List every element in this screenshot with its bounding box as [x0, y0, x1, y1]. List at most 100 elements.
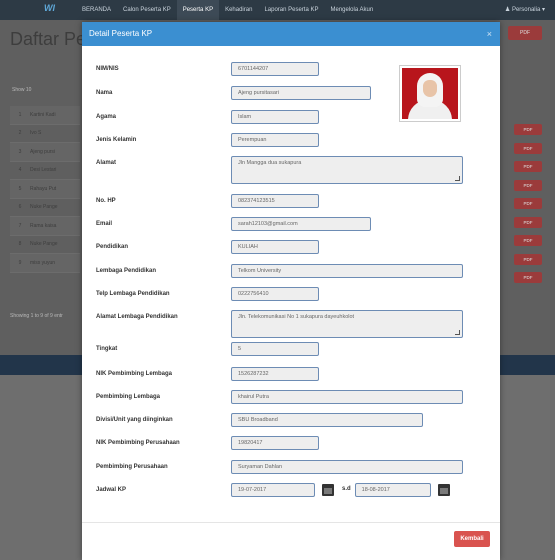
row-no: 1: [18, 111, 22, 118]
table-row[interactable]: 8 Nuke Pange: [10, 236, 80, 254]
lembaga-label: Lembaga Pendidikan: [96, 268, 157, 274]
row-pdf-button[interactable]: PDF: [514, 272, 542, 283]
show-label: Show: [12, 87, 25, 93]
table-row[interactable]: 4 Desi Lestari: [10, 162, 80, 180]
date-separator: s.d: [342, 486, 351, 492]
tingkat-field[interactable]: 5: [231, 342, 319, 356]
calendar-icon[interactable]: [322, 484, 334, 496]
row-name: Nuke Pange: [30, 241, 58, 248]
nik-lembaga-field[interactable]: 1526287232: [231, 367, 319, 381]
user-name: Personalia: [511, 7, 541, 13]
table-row[interactable]: 9 miss yuyun: [10, 254, 80, 273]
nik-lembaga-label: NIK Pembimbing Lembaga: [96, 371, 173, 377]
participants-table: 1 Kartini Kadi 2 Ivo S 3 Ajeng pursi 4 Desi …: [10, 106, 80, 273]
pembimbing-lembaga-field[interactable]: khairul Putra: [231, 390, 463, 404]
email-row: Email sarah12103@gmail.com: [96, 217, 371, 231]
row-pdf-button[interactable]: PDF: [514, 161, 542, 172]
email-field[interactable]: sarah12103@gmail.com: [231, 217, 371, 231]
table-row[interactable]: 6 Nuke Pange: [10, 199, 80, 217]
divisi-field[interactable]: SBU Broadband: [231, 413, 423, 427]
jk-row: Jenis Kelamin Perempuan: [96, 133, 319, 147]
nav-item-calon-peserta[interactable]: Calon Peserta KP: [117, 0, 177, 20]
nim-row: NIM/NIS 6701144207: [96, 62, 319, 76]
row-name: Desi Lestari: [30, 167, 57, 174]
alamat-label: Alamat: [96, 160, 117, 166]
alamat-lembaga-row: Alamat Lembaga Pendidikan Jln. Telekomun…: [96, 310, 463, 338]
row-pdf-button[interactable]: PDF: [514, 235, 542, 246]
top-navbar: WI BERANDA Calon Peserta KP Peserta KP K…: [0, 0, 555, 20]
divisi-label: Divisi/Unit yang diinginkan: [96, 417, 173, 423]
pendidikan-row: Pendidikan KULIAH: [96, 240, 319, 254]
jadwal-row: Jadwal KP 19-07-2017 s.d 18-08-2017: [96, 483, 450, 497]
row-pdf-button[interactable]: PDF: [514, 179, 542, 191]
tingkat-row: Tingkat 5: [96, 342, 319, 356]
pembimbing-lembaga-row: Pembimbing Lembaga khairul Putra: [96, 390, 463, 404]
pembimbing-perusahaan-row: Pembimbing Perusahaan Suryaman Dahlan: [96, 460, 463, 474]
table-info: Showing 1 to 9 of 9 entr: [10, 313, 63, 319]
brand-logo[interactable]: WI: [44, 3, 74, 17]
close-icon[interactable]: ×: [487, 22, 492, 46]
row-pdf-button[interactable]: PDF: [514, 142, 542, 154]
table-row[interactable]: 2 Ivo S: [10, 125, 80, 143]
row-no: 8: [18, 241, 22, 248]
lembaga-field[interactable]: Telkom University: [231, 264, 463, 278]
table-row[interactable]: 7 Rama kaisa: [10, 217, 80, 236]
telp-field[interactable]: 0222756410: [231, 287, 319, 301]
detail-modal: Detail Peserta KP × NIM/NIS 6701144207 N…: [82, 22, 500, 560]
table-row[interactable]: 3 Ajeng pursi: [10, 143, 80, 162]
kembali-button[interactable]: Kembali: [454, 531, 490, 547]
calendar-icon[interactable]: [437, 484, 450, 496]
pendidikan-field[interactable]: KULIAH: [231, 240, 319, 254]
nik-perusahaan-label: NIK Pembimbing Perusahaan: [96, 440, 180, 446]
nim-field[interactable]: 6701144207: [231, 62, 319, 76]
modal-title: Detail Peserta KP: [89, 29, 153, 38]
nik-perusahaan-row: NIK Pembimbing Perusahaan 19820417: [96, 436, 319, 450]
hp-field[interactable]: 082374123515: [231, 194, 319, 208]
resize-handle-icon[interactable]: [455, 330, 460, 335]
nik-perusahaan-field[interactable]: 19820417: [231, 436, 319, 450]
agama-field[interactable]: Islam: [231, 110, 319, 124]
nav-item-kehadiran[interactable]: Kehadiran: [219, 0, 258, 20]
show-entries[interactable]: Show 10: [12, 87, 31, 93]
modal-header: Detail Peserta KP ×: [82, 22, 500, 46]
table-row[interactable]: 1 Kartini Kadi: [10, 106, 80, 125]
nav-menu: BERANDA Calon Peserta KP Peserta KP Keha…: [76, 0, 379, 20]
pdf-export-button[interactable]: PDF: [508, 26, 542, 40]
nama-field[interactable]: Ajeng pursitasari: [231, 86, 371, 100]
hp-label: No. HP: [96, 198, 116, 204]
jadwal-end-field[interactable]: 18-08-2017: [354, 483, 431, 497]
agama-label: Agama: [96, 114, 117, 120]
telp-row: Telp Lembaga Pendidikan 0222756410: [96, 287, 319, 301]
photo-image: [402, 68, 458, 119]
resize-handle-icon[interactable]: [455, 176, 460, 181]
modal-footer-divider: [82, 522, 500, 523]
row-pdf-button[interactable]: PDF: [514, 198, 542, 209]
jadwal-start-field[interactable]: 19-07-2017: [231, 483, 315, 497]
user-menu[interactable]: ♟ Personalia ▾: [505, 0, 545, 20]
row-name: Ajeng pursi: [30, 148, 56, 155]
show-value: 10: [25, 87, 32, 93]
row-name: miss yuyun: [30, 259, 56, 266]
nav-item-mengelola-akun[interactable]: Mengelola Akun: [324, 0, 379, 20]
alamat-lembaga-textarea[interactable]: Jln. Telekomunikasi No 1 sukapura dayeuh…: [231, 310, 463, 338]
table-row[interactable]: 5 Rahayu Put: [10, 180, 80, 199]
email-label: Email: [96, 221, 113, 227]
row-pdf-buttons: PDF PDF PDF PDF PDF PDF PDF PDF PDF: [514, 124, 542, 291]
alamat-value: Jln Mangga dua sukapura: [238, 160, 302, 166]
nama-label: Nama: [96, 90, 113, 96]
jk-field[interactable]: Perempuan: [231, 133, 319, 147]
pembimbing-perusahaan-field[interactable]: Suryaman Dahlan: [231, 460, 463, 474]
row-pdf-button[interactable]: PDF: [514, 124, 542, 135]
row-pdf-button[interactable]: PDF: [514, 216, 542, 228]
alamat-textarea[interactable]: Jln Mangga dua sukapura: [231, 156, 463, 184]
nav-item-laporan[interactable]: Laporan Peserta KP: [258, 0, 324, 20]
nim-label: NIM/NIS: [96, 66, 119, 72]
row-no: 7: [18, 222, 22, 229]
row-pdf-button[interactable]: PDF: [514, 253, 542, 265]
participant-photo: [399, 65, 461, 122]
nav-item-beranda[interactable]: BERANDA: [76, 0, 117, 20]
nav-item-peserta-kp[interactable]: Peserta KP: [176, 0, 220, 20]
jk-label: Jenis Kelamin: [96, 137, 137, 143]
telp-label: Telp Lembaga Pendidikan: [96, 291, 170, 297]
nama-row: Nama Ajeng pursitasari: [96, 86, 371, 100]
